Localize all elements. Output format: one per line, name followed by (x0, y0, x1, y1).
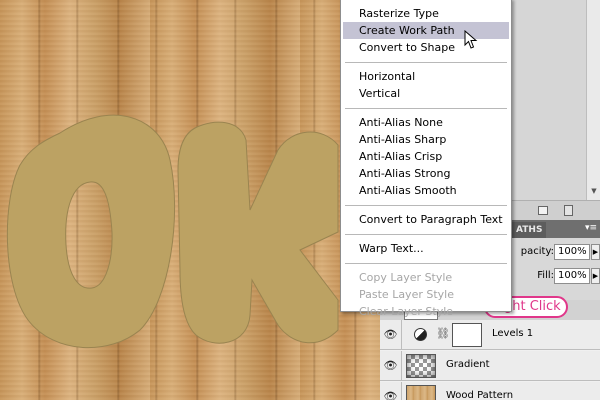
menu-separator (345, 108, 507, 109)
layers-panel-tabbar: ATHS ▾≡ (512, 220, 600, 238)
eye-icon[interactable]: 👁 (380, 351, 402, 381)
new-item-icon[interactable] (538, 206, 548, 215)
fill-row: Fill: 100% ▶ (512, 266, 600, 286)
layer-row-levels[interactable]: 👁 ⛓ Levels 1 (380, 320, 600, 350)
menu-separator (345, 205, 507, 206)
menu-item-convert-to-shape[interactable]: Convert to Shape (341, 39, 511, 56)
opacity-input[interactable]: 100% (554, 244, 590, 260)
menu-item-warp-text[interactable]: Warp Text... (341, 240, 511, 257)
layers-panel-options: pacity: 100% ▶ Fill: 100% ▶ (512, 238, 600, 300)
opacity-row: pacity: 100% ▶ (512, 242, 600, 262)
menu-separator (345, 263, 507, 264)
opacity-label: pacity: (520, 246, 554, 257)
menu-item-rasterize-type[interactable]: Rasterize Type (341, 5, 511, 22)
layer-thumbnail-wood (406, 385, 436, 400)
layers-list: 👁 ⛓ Levels 1 👁 Gradient 👁 Wood Pattern (380, 320, 600, 400)
menu-item-anti-alias-strong[interactable]: Anti-Alias Strong (341, 165, 511, 182)
adjustment-layer-icon (414, 328, 427, 341)
layer-mask-thumbnail (452, 323, 482, 347)
layer-thumbnail-gradient (406, 354, 436, 378)
trash-icon[interactable] (564, 205, 573, 216)
arrow-cursor-icon (464, 30, 478, 49)
menu-item-anti-alias-sharp[interactable]: Anti-Alias Sharp (341, 131, 511, 148)
chain-link-icon[interactable]: ⛓ (436, 327, 450, 340)
menu-item-vertical[interactable]: Vertical (341, 85, 511, 102)
menu-separator (345, 234, 507, 235)
context-menu: Rasterize Type Create Work Path Convert to… (340, 0, 512, 318)
menu-item-anti-alias-crisp[interactable]: Anti-Alias Crisp (341, 148, 511, 165)
panel-menu-icon[interactable]: ▾≡ (585, 223, 597, 233)
scroll-down-icon[interactable]: ▼ (589, 186, 599, 196)
eye-icon[interactable]: 👁 (380, 382, 402, 400)
menu-item-anti-alias-none[interactable]: Anti-Alias None (341, 114, 511, 131)
letter-k-shape (177, 121, 339, 344)
panel-scrollbar[interactable]: ▼ (586, 0, 600, 200)
eye-icon[interactable]: 👁 (380, 320, 402, 350)
layer-name: Wood Pattern (446, 390, 514, 400)
layer-row-gradient[interactable]: 👁 Gradient (380, 351, 600, 381)
menu-item-anti-alias-smooth[interactable]: Anti-Alias Smooth (341, 182, 511, 199)
fill-arrow-icon[interactable]: ▶ (591, 268, 600, 284)
fill-input[interactable]: 100% (554, 268, 590, 284)
fill-label: Fill: (537, 270, 554, 281)
menu-item-create-work-path[interactable]: Create Work Path (343, 22, 509, 39)
layer-row-wood[interactable]: 👁 Wood Pattern (380, 382, 600, 400)
layer-name: Levels 1 (492, 328, 534, 339)
menu-item-convert-to-paragraph-text[interactable]: Convert to Paragraph Text (341, 211, 511, 228)
panel-area: ▼ (512, 0, 600, 220)
menu-separator (345, 62, 507, 63)
opacity-arrow-icon[interactable]: ▶ (591, 244, 600, 260)
layer-name: Gradient (446, 359, 490, 370)
tab-paths[interactable]: ATHS (512, 222, 547, 238)
menu-item-clear-layer-style: Clear Layer Style (359, 305, 454, 318)
menu-item-copy-layer-style: Copy Layer Style (359, 271, 453, 284)
letter-o-shape (6, 114, 176, 349)
panel-bottom-toolbar (512, 200, 600, 220)
menu-item-horizontal[interactable]: Horizontal (341, 68, 511, 85)
menu-item-paste-layer-style: Paste Layer Style (359, 288, 454, 301)
